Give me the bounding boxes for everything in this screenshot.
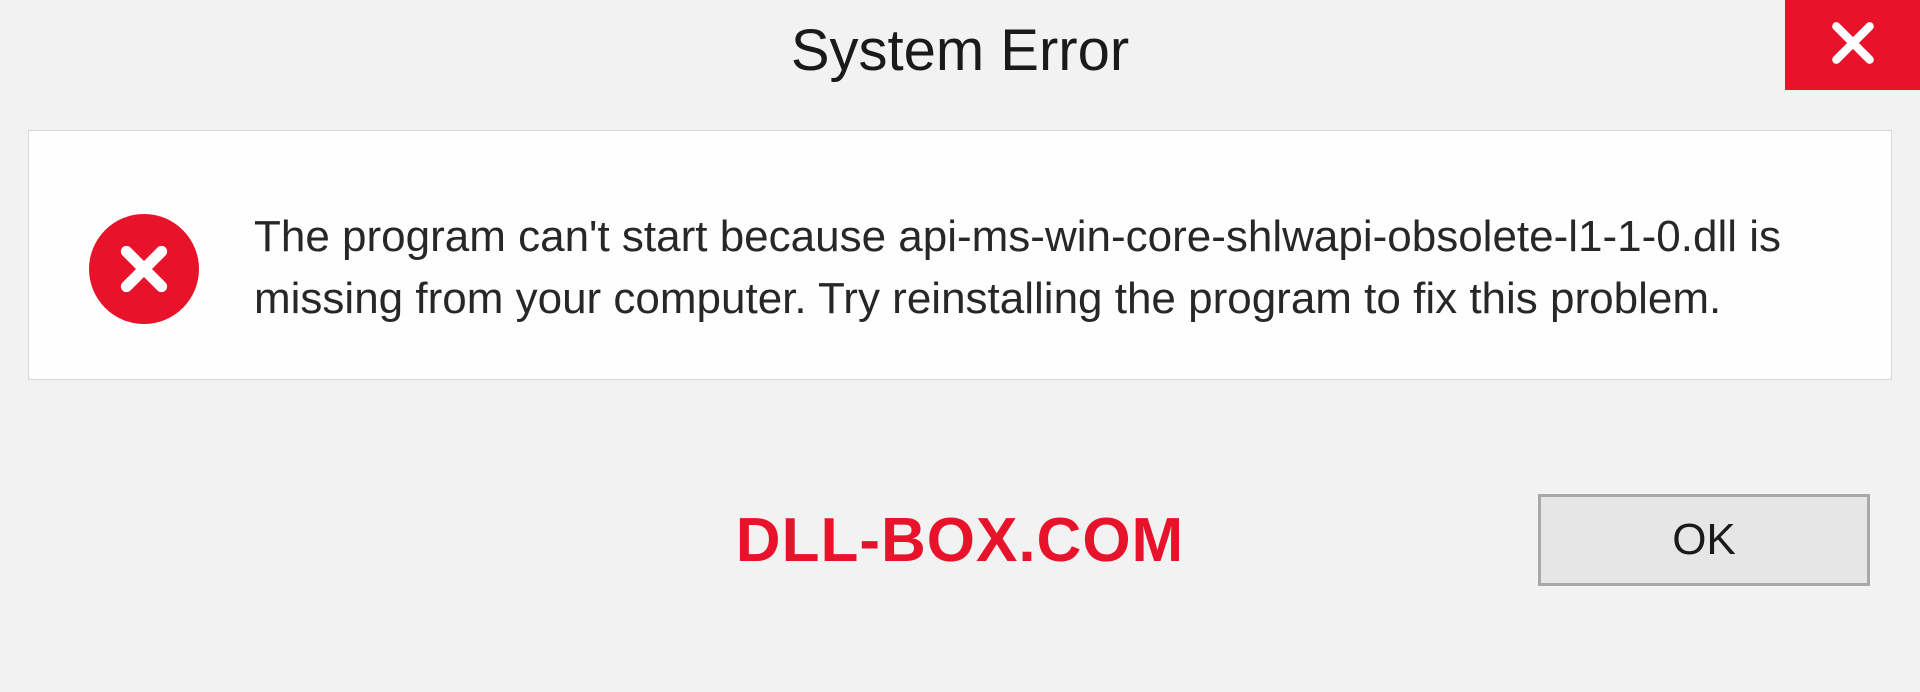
watermark-text: DLL-BOX.COM bbox=[736, 505, 1184, 576]
dialog-footer: DLL-BOX.COM OK bbox=[0, 398, 1920, 692]
error-message: The program can't start because api-ms-w… bbox=[254, 206, 1831, 329]
close-button[interactable] bbox=[1785, 0, 1920, 90]
error-icon bbox=[89, 214, 199, 324]
dialog-title: System Error bbox=[791, 17, 1129, 84]
message-panel: The program can't start because api-ms-w… bbox=[28, 130, 1892, 380]
ok-button-label: OK bbox=[1672, 515, 1736, 565]
close-icon bbox=[1828, 18, 1878, 73]
ok-button[interactable]: OK bbox=[1538, 494, 1870, 586]
error-dialog-window: System Error The program can't start bec… bbox=[0, 0, 1920, 692]
titlebar: System Error bbox=[0, 0, 1920, 100]
